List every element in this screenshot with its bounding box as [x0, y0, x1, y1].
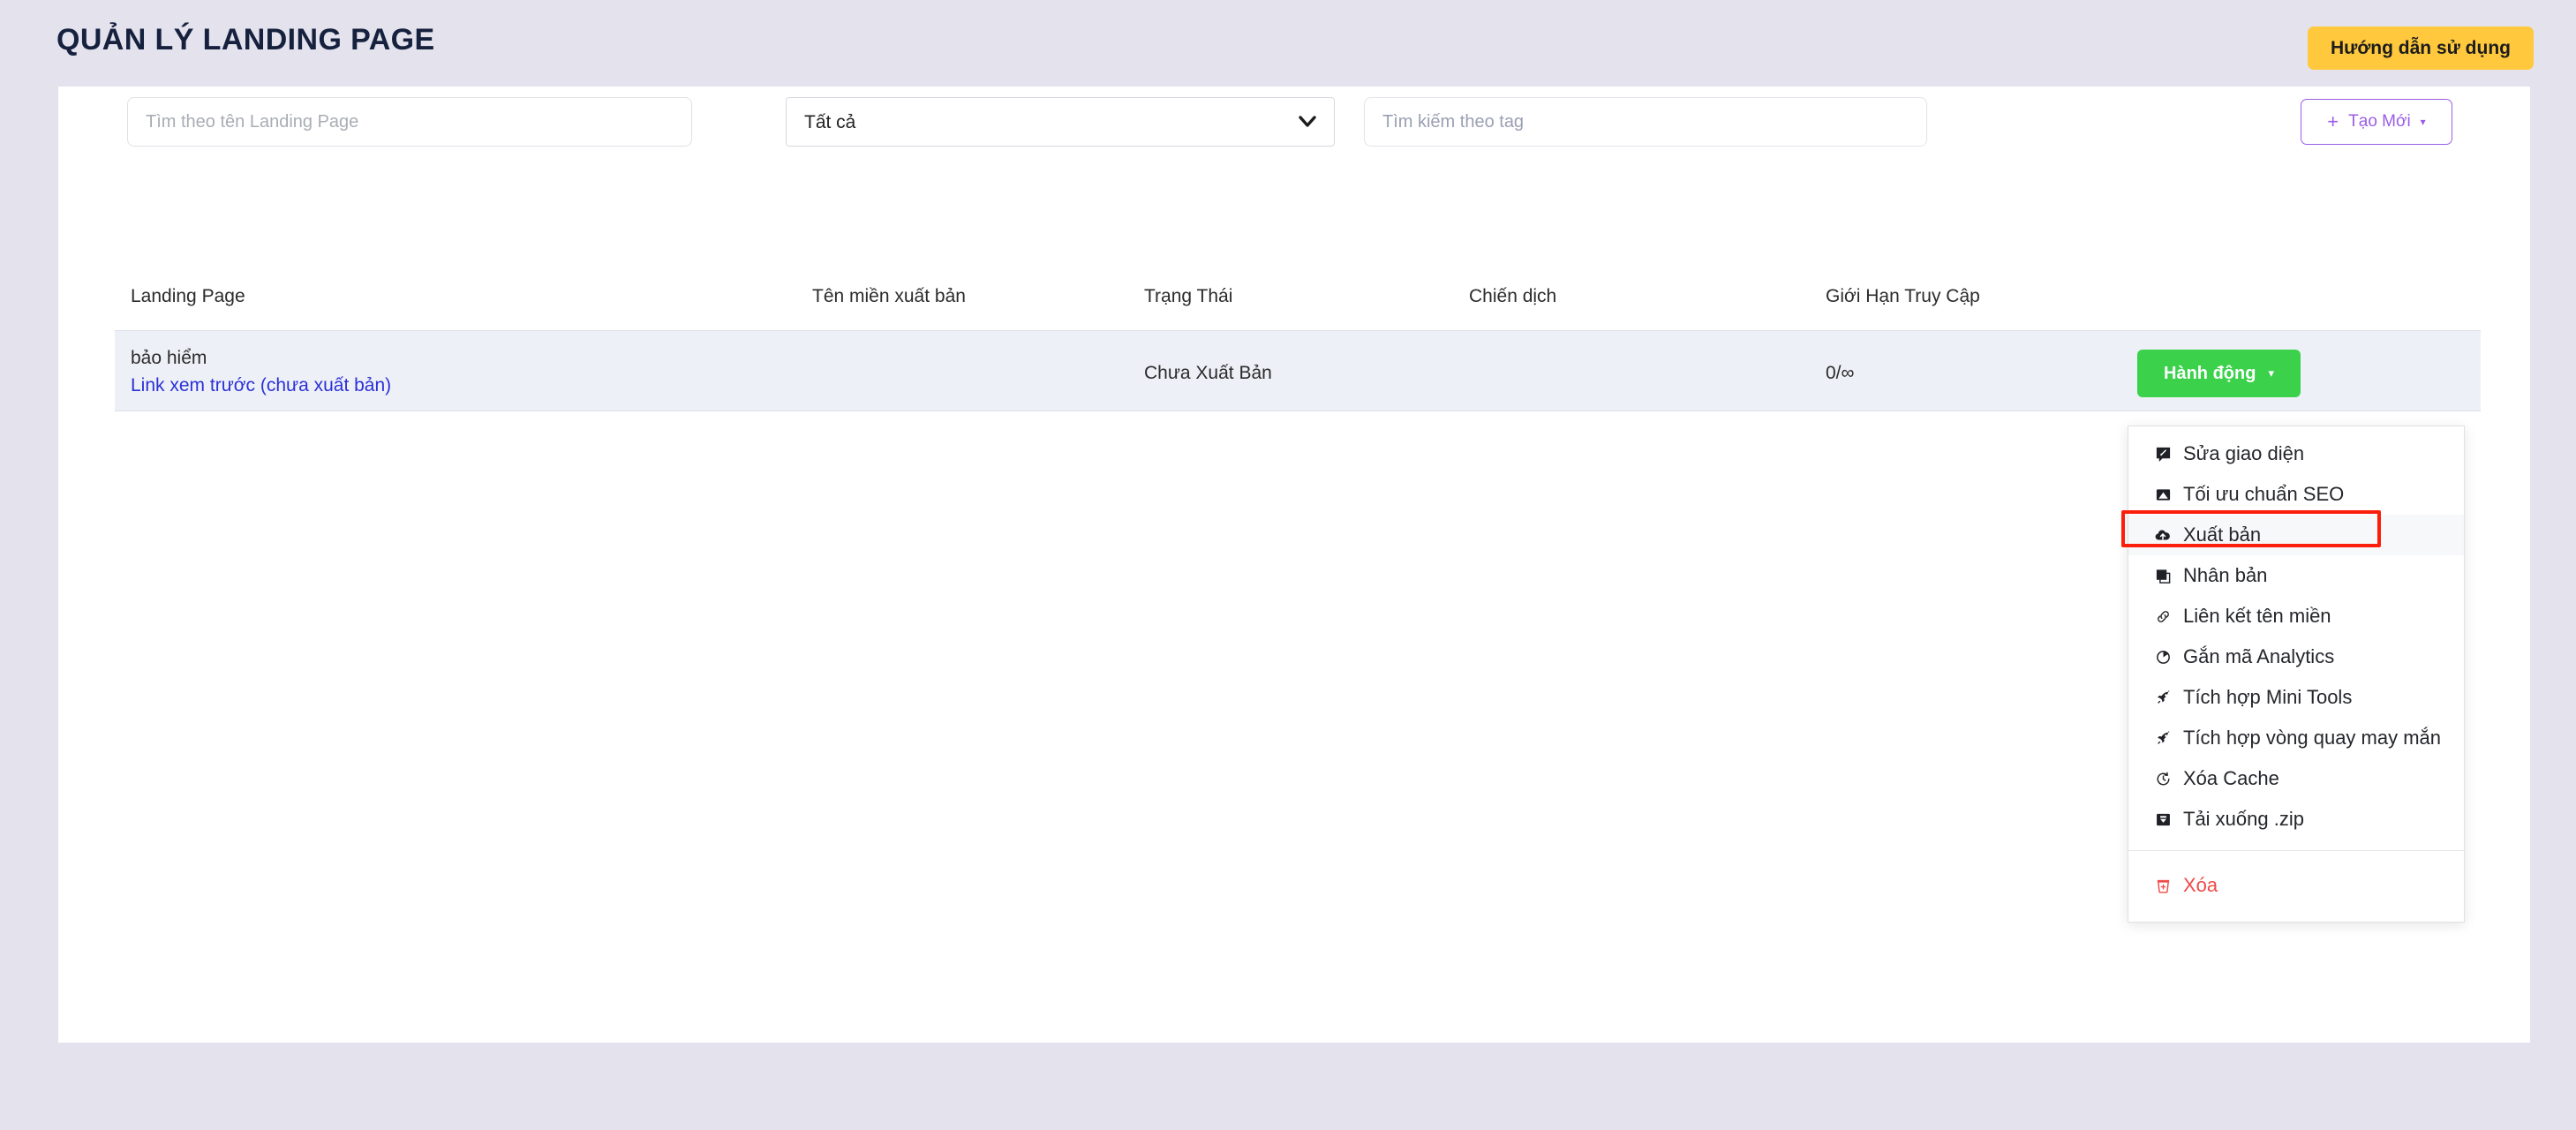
menu-item-analytics[interactable]: Gắn mã Analytics	[2128, 637, 2464, 677]
menu-item-edit-interface[interactable]: Sửa giao diện	[2128, 433, 2464, 474]
landing-page-table: Landing Page Tên miền xuất bản Trạng Thá…	[115, 274, 2481, 411]
chevron-down-icon: ▾	[2420, 116, 2426, 128]
dropdown-main-group: Sửa giao diện Tối ưu chuẩn SEO Xuất bản	[2128, 426, 2464, 848]
plus-icon: +	[2327, 110, 2339, 132]
create-new-button[interactable]: + Tạo Mới ▾	[2301, 99, 2452, 145]
menu-item-label: Xuất bản	[2183, 524, 2262, 546]
action-button[interactable]: Hành động ▾	[2137, 350, 2301, 397]
create-new-label: Tạo Mới	[2348, 112, 2411, 131]
menu-item-label: Xóa Cache	[2183, 767, 2279, 789]
chevron-down-icon: ▾	[2268, 366, 2274, 380]
menu-item-publish[interactable]: Xuất bản	[2128, 515, 2464, 555]
column-header-landing-page: Landing Page	[131, 286, 245, 306]
cell-status: Chưa Xuất Bản	[1144, 363, 1272, 383]
menu-item-label: Tích hợp Mini Tools	[2183, 686, 2353, 708]
link-icon	[2153, 608, 2173, 625]
menu-item-label: Tải xuống .zip	[2183, 808, 2304, 830]
page-title: QUẢN LÝ LANDING PAGE	[56, 23, 435, 56]
menu-item-delete[interactable]: Xóa	[2128, 865, 2464, 906]
edit-interface-icon	[2153, 446, 2173, 463]
menu-item-label: Nhân bản	[2183, 564, 2268, 586]
action-button-label: Hành động	[2164, 363, 2256, 383]
dropdown-danger-group: Xóa	[2128, 851, 2464, 922]
user-guide-button[interactable]: Hướng dẫn sử dụng	[2308, 26, 2534, 70]
menu-item-link-domain[interactable]: Liên kết tên miền	[2128, 596, 2464, 637]
landing-page-name: bảo hiểm	[131, 348, 207, 368]
page-header: QUẢN LÝ LANDING PAGE Hướng dẫn sử dụng	[0, 0, 2576, 87]
table-header-row: Landing Page Tên miền xuất bản Trạng Thá…	[115, 274, 2481, 330]
history-clock-icon	[2153, 771, 2173, 787]
table-row: bảo hiểm Link xem trước (chưa xuất bản) …	[115, 330, 2481, 411]
tag-search-input[interactable]	[1364, 97, 1927, 147]
status-filter-select[interactable]: Tất cả	[786, 97, 1335, 147]
analytics-pie-icon	[2153, 649, 2173, 666]
menu-item-lucky-wheel[interactable]: Tích hợp vòng quay may mắn	[2128, 718, 2464, 758]
status-filter-wrap: Tất cả	[786, 97, 1335, 147]
rocket-icon	[2153, 730, 2173, 747]
trash-icon	[2153, 878, 2173, 894]
menu-item-label: Liên kết tên miền	[2183, 605, 2331, 627]
column-header-access-limit: Giới Hạn Truy Cập	[1826, 286, 1980, 306]
column-header-campaign: Chiến dịch	[1469, 286, 1557, 306]
menu-item-label: Sửa giao diện	[2183, 442, 2305, 464]
menu-item-label: Tích hợp vòng quay may mắn	[2183, 727, 2442, 749]
menu-item-mini-tools[interactable]: Tích hợp Mini Tools	[2128, 677, 2464, 718]
cell-access-limit: 0/∞	[1826, 363, 1855, 383]
column-header-status: Trạng Thái	[1144, 286, 1233, 306]
duplicate-icon	[2153, 568, 2173, 584]
search-input[interactable]	[127, 97, 692, 147]
menu-item-duplicate[interactable]: Nhân bản	[2128, 555, 2464, 596]
column-header-domain: Tên miền xuất bản	[812, 286, 966, 306]
cell-landing-page: bảo hiểm Link xem trước (chưa xuất bản)	[131, 346, 391, 400]
menu-item-label: Gắn mã Analytics	[2183, 645, 2335, 667]
menu-item-label: Xóa	[2183, 874, 2218, 896]
menu-item-clear-cache[interactable]: Xóa Cache	[2128, 758, 2464, 799]
preview-link[interactable]: Link xem trước (chưa xuất bản)	[131, 373, 391, 399]
filter-bar: Tất cả + Tạo Mới ▾	[69, 90, 2452, 147]
download-icon	[2153, 811, 2173, 828]
cloud-upload-icon	[2153, 527, 2173, 544]
action-dropdown-menu: Sửa giao diện Tối ưu chuẩn SEO Xuất bản	[2128, 426, 2465, 923]
menu-item-label: Tối ưu chuẩn SEO	[2183, 483, 2345, 505]
menu-item-download-zip[interactable]: Tải xuống .zip	[2128, 799, 2464, 840]
menu-item-seo[interactable]: Tối ưu chuẩn SEO	[2128, 474, 2464, 515]
seo-image-icon	[2153, 486, 2173, 503]
rocket-icon	[2153, 689, 2173, 706]
